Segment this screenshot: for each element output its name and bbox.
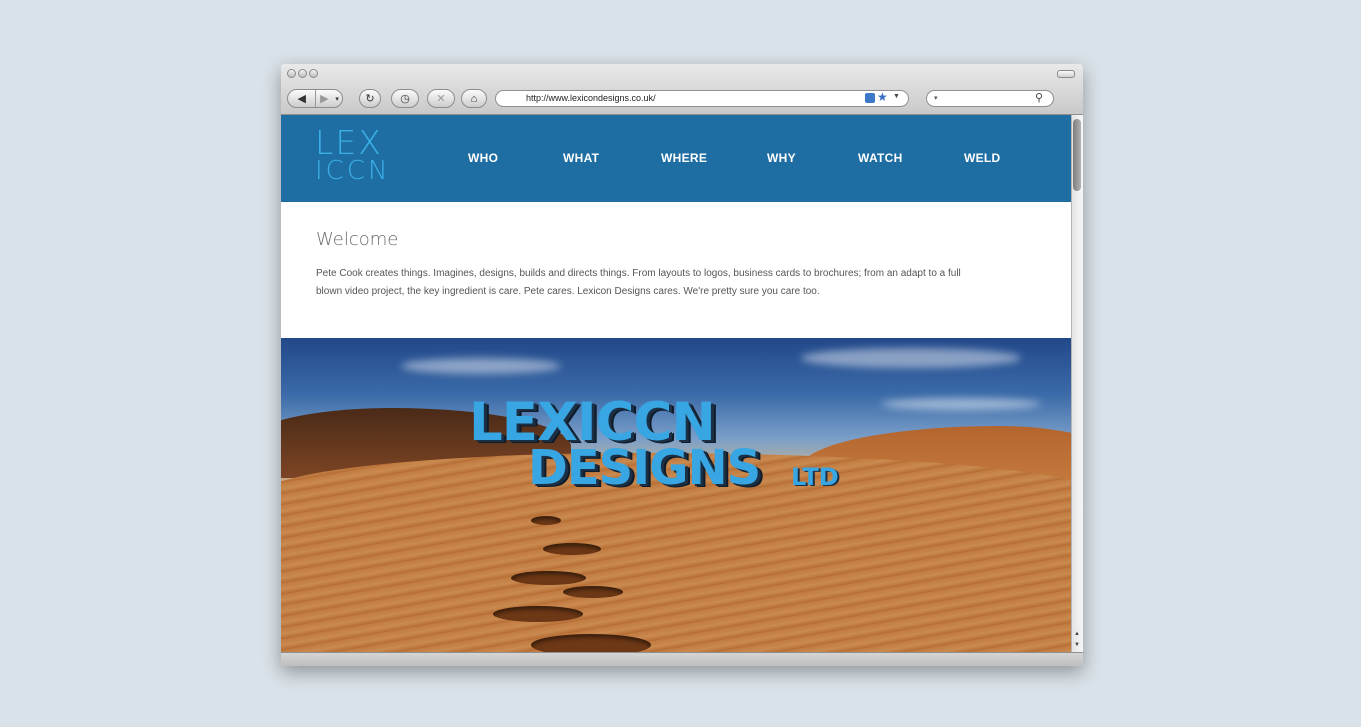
history-dropdown-icon[interactable]: ▾ <box>332 90 342 107</box>
cloud <box>401 358 561 374</box>
footprint <box>543 543 601 555</box>
url-field[interactable]: http://www.lexicondesigns.co.uk/ <box>495 90 909 107</box>
close-window-button[interactable] <box>287 69 296 78</box>
search-engine-dropdown-icon[interactable]: ▾ <box>934 94 938 102</box>
browser-toolbar: ◀ ▶ ▾ ↻ ◷ ✕ ⌂ http://www.lexicondesigns.… <box>281 64 1083 115</box>
stop-button[interactable]: ✕ <box>427 89 455 108</box>
vertical-scrollbar[interactable]: ▲ ▼ <box>1071 115 1083 652</box>
history-icon: ◷ <box>400 93 410 105</box>
scroll-up-arrow-icon[interactable]: ▲ <box>1074 631 1080 637</box>
footprint <box>531 516 561 525</box>
nav-item-weld[interactable]: WELD <box>964 151 1001 165</box>
stop-icon: ✕ <box>436 93 446 105</box>
home-icon: ⌂ <box>470 92 478 105</box>
home-button[interactable]: ⌂ <box>461 89 487 108</box>
nav-item-why[interactable]: WHY <box>767 151 796 165</box>
nav-item-where[interactable]: WHERE <box>661 151 707 165</box>
site-logo[interactable]: LEX ICCN <box>315 123 391 186</box>
welcome-paragraph: Pete Cook creates things. Imagines, desi… <box>316 268 961 297</box>
browser-window: ◀ ▶ ▾ ↻ ◷ ✕ ⌂ http://www.lexicondesigns.… <box>281 64 1083 666</box>
status-bar <box>281 652 1083 666</box>
logo-line-1: LEX <box>315 123 383 162</box>
hero-image: LEXICCN DESIGNS LTD <box>281 338 1071 652</box>
forward-arrow-icon[interactable]: ▶ <box>316 90 332 107</box>
nav-item-who[interactable]: WHO <box>468 151 498 165</box>
star-icon[interactable]: ★ <box>877 90 888 104</box>
history-button[interactable]: ◷ <box>391 89 419 108</box>
footprint <box>563 586 623 598</box>
toolbar-toggle-button[interactable] <box>1057 70 1075 78</box>
nav-item-watch[interactable]: WATCH <box>858 151 903 165</box>
footprint <box>493 606 583 622</box>
reload-icon: ↻ <box>365 93 375 105</box>
rss-icon[interactable] <box>865 93 875 103</box>
page-title: Welcome <box>316 229 399 250</box>
zoom-window-button[interactable] <box>309 69 318 78</box>
logo-line-2: ICCN <box>315 156 391 186</box>
footprint <box>511 571 586 585</box>
site-header: LEX ICCN WHO WHAT WHERE WHY WATCH WELD <box>281 115 1071 202</box>
url-text: http://www.lexicondesigns.co.uk/ <box>526 93 656 103</box>
scroll-thumb[interactable] <box>1073 119 1081 191</box>
cloud <box>881 398 1041 410</box>
cloud <box>801 348 1021 368</box>
magnifier-icon[interactable]: ⚲ <box>1035 91 1043 104</box>
welcome-section: Welcome Pete Cook creates things. Imagin… <box>281 202 1071 338</box>
scroll-down-arrow-icon[interactable]: ▼ <box>1074 642 1080 648</box>
minimize-window-button[interactable] <box>298 69 307 78</box>
nav-item-what[interactable]: WHAT <box>563 151 599 165</box>
chevron-down-icon[interactable]: ▼ <box>893 93 900 100</box>
back-forward-button-group: ◀ ▶ ▾ <box>287 89 343 108</box>
page-viewport: LEX ICCN WHO WHAT WHERE WHY WATCH WELD W… <box>281 115 1071 652</box>
hero-title-line-2: DESIGNS <box>528 440 761 496</box>
back-arrow-icon[interactable]: ◀ <box>288 90 317 107</box>
reload-button[interactable]: ↻ <box>359 89 381 108</box>
hero-title-line-3: LTD <box>791 463 839 491</box>
footprint <box>531 634 651 652</box>
